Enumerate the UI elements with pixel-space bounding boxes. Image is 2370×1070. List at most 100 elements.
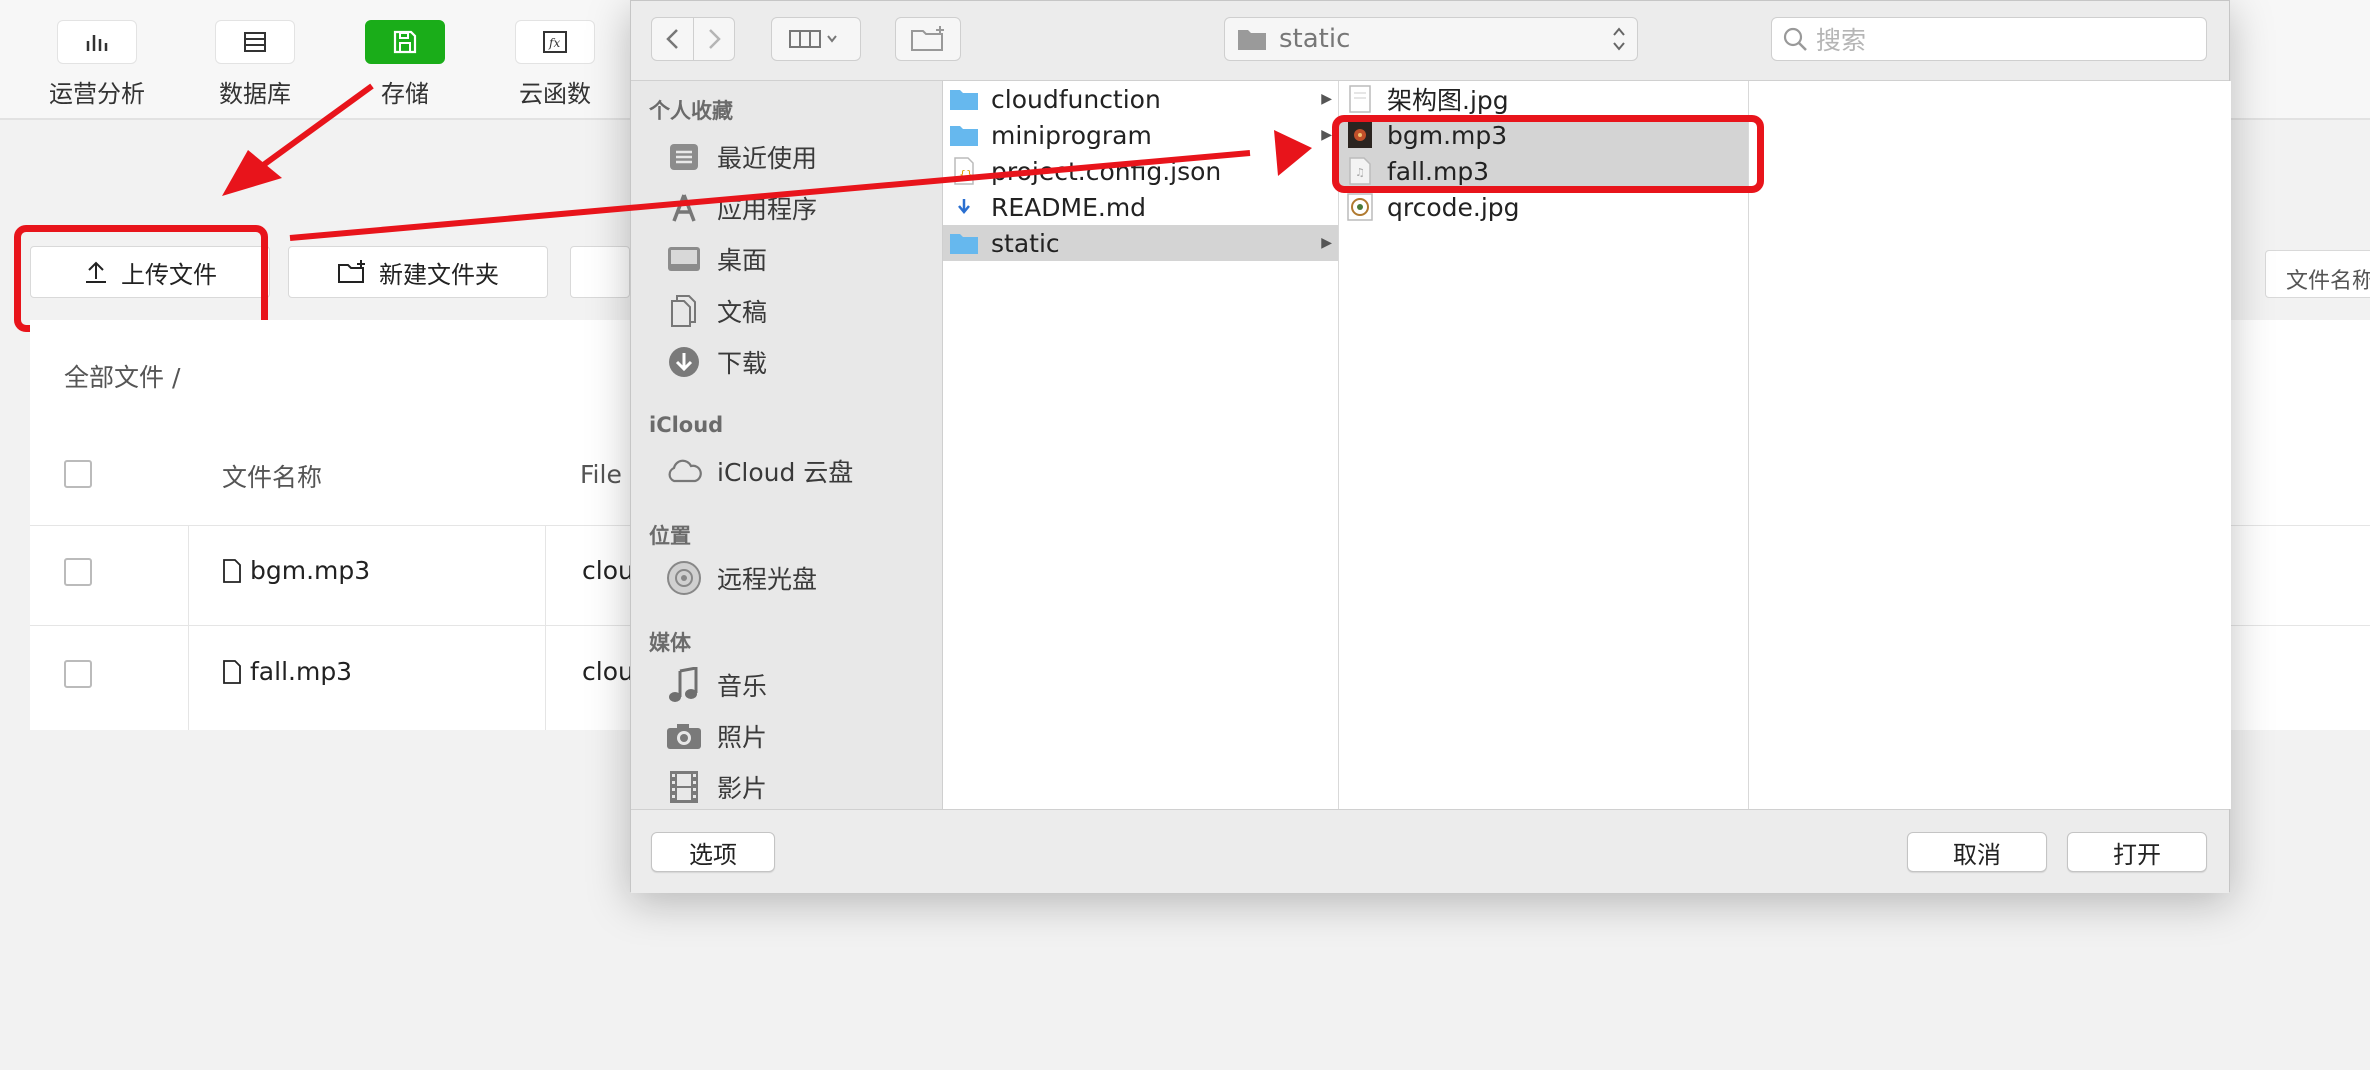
sidebar-item-photos[interactable]: 照片 (665, 716, 767, 756)
sidebar-label: 照片 (717, 723, 768, 752)
nav-label-database: 数据库 (219, 80, 291, 108)
database-icon (215, 20, 295, 64)
bar-chart-icon (57, 20, 137, 64)
path-popup[interactable]: static (1224, 17, 1638, 61)
nav-label-storage: 存储 (381, 80, 429, 108)
file-name: project.config.json (991, 156, 1222, 186)
nav-item-cloud-functions[interactable]: fx 云函数 (490, 0, 620, 120)
image-file-icon (1345, 84, 1375, 114)
nav-item-storage[interactable]: 存储 (340, 0, 470, 120)
row-checkbox[interactable] (64, 558, 92, 586)
list-item-readme[interactable]: README.md (943, 189, 1338, 225)
file-name: README.md (991, 192, 1147, 222)
options-button[interactable]: 选项 (651, 832, 775, 872)
view-mode-button[interactable] (771, 17, 861, 61)
nav-label-analytics: 运营分析 (49, 80, 145, 108)
list-item-project-config[interactable]: {} project.config.json (943, 153, 1338, 189)
dialog-sidebar: 个人收藏 最近使用 应用程序 桌面 文稿 下载 iCloud iCloud 云盘… (631, 81, 943, 809)
search-placeholder: 搜索 (1816, 26, 1867, 55)
back-icon[interactable] (653, 24, 693, 54)
new-folder-button[interactable]: 新建文件夹 (288, 246, 548, 298)
select-all-checkbox[interactable] (64, 460, 92, 488)
list-item-architecture-jpg[interactable]: 架构图.jpg (1339, 81, 1748, 117)
sidebar-heading-icloud: iCloud (649, 413, 724, 437)
new-folder-icon (911, 26, 944, 51)
nav-label-cloud-functions: 云函数 (519, 80, 591, 108)
column-header-name: 文件名称 (222, 463, 323, 492)
new-folder-button[interactable] (895, 17, 961, 61)
music-note-icon (665, 666, 703, 704)
cancel-button[interactable]: 取消 (1907, 832, 2047, 872)
forward-icon[interactable] (694, 24, 734, 54)
svg-text:{}: {} (959, 168, 973, 181)
sidebar-label: 桌面 (717, 246, 768, 275)
file-id-cell: clou (582, 657, 634, 686)
sidebar-item-icloud-drive[interactable]: iCloud 云盘 (665, 451, 853, 491)
sidebar-item-movies[interactable]: 影片 (665, 767, 767, 807)
search-icon (1783, 27, 1807, 51)
list-item-static[interactable]: static ▶ (943, 225, 1338, 261)
image-file-icon (1345, 192, 1375, 222)
column-header-file: File (580, 460, 622, 489)
folder-icon (949, 84, 979, 114)
column-divider (545, 525, 546, 730)
sidebar-label: 文稿 (717, 298, 768, 327)
new-folder-icon (338, 260, 365, 283)
sidebar-item-documents[interactable]: 文稿 (665, 291, 767, 331)
table-row-name[interactable]: fall.mp3 (222, 657, 352, 686)
sidebar-label: 音乐 (717, 672, 768, 701)
file-name-search-input[interactable]: 文件名称 (2265, 250, 2370, 298)
cloud-icon (665, 452, 703, 490)
sidebar-item-downloads[interactable]: 下载 (665, 342, 767, 382)
sidebar-label: 应用程序 (717, 195, 818, 224)
row-checkbox[interactable] (64, 660, 92, 688)
sidebar-item-desktop[interactable]: 桌面 (665, 239, 767, 279)
file-name: qrcode.jpg (1387, 192, 1520, 222)
film-icon (665, 768, 703, 806)
disclosure-arrow-icon: ▶ (1321, 235, 1332, 251)
dialog-search-input[interactable]: 搜索 (1771, 17, 2207, 61)
desktop-icon (665, 240, 703, 278)
list-item-qrcode-jpg[interactable]: qrcode.jpg (1339, 189, 1748, 225)
sidebar-item-music[interactable]: 音乐 (665, 665, 767, 705)
camera-icon (665, 717, 703, 755)
folder-icon (949, 120, 979, 150)
open-button[interactable]: 打开 (2067, 832, 2207, 872)
folder-icon (949, 228, 979, 258)
applications-icon (665, 189, 703, 227)
downloads-icon (665, 343, 703, 381)
list-item-miniprogram[interactable]: miniprogram ▶ (943, 117, 1338, 153)
disc-icon (665, 559, 703, 597)
file-name: fall.mp3 (250, 657, 353, 686)
table-row-name[interactable]: bgm.mp3 (222, 556, 370, 585)
file-id-cell: clou (582, 556, 634, 585)
sidebar-item-applications[interactable]: 应用程序 (665, 188, 817, 228)
recents-icon (665, 138, 703, 176)
sidebar-label: iCloud 云盘 (717, 458, 854, 487)
path-label: static (1279, 24, 1351, 54)
sidebar-heading-favorites: 个人收藏 (649, 99, 733, 123)
svg-text:fx: fx (548, 36, 560, 50)
browser-column-preview (1749, 81, 2231, 809)
upload-highlight-box (14, 225, 268, 332)
dialog-toolbar: static 搜索 (631, 1, 2229, 81)
file-name: static (991, 228, 1060, 258)
documents-icon (665, 292, 703, 330)
nav-item-database[interactable]: 数据库 (190, 0, 320, 120)
file-icon (223, 659, 241, 684)
sidebar-item-recents[interactable]: 最近使用 (665, 137, 817, 177)
list-item-cloudfunction[interactable]: cloudfunction ▶ (943, 81, 1338, 117)
nav-item-analytics[interactable]: 运营分析 (32, 0, 162, 120)
function-icon: fx (515, 20, 595, 64)
delete-button[interactable] (570, 246, 630, 298)
sidebar-heading-locations: 位置 (649, 524, 691, 548)
file-name: 架构图.jpg (1387, 86, 1509, 115)
sidebar-label: 最近使用 (717, 144, 818, 173)
json-file-icon: {} (949, 156, 979, 186)
file-name: miniprogram (991, 120, 1152, 150)
columns-view-icon (789, 30, 837, 48)
folder-icon (1238, 30, 1266, 50)
sidebar-heading-media: 媒体 (649, 631, 691, 655)
sidebar-label: 远程光盘 (717, 565, 818, 594)
sidebar-item-remote-disc[interactable]: 远程光盘 (665, 558, 817, 598)
